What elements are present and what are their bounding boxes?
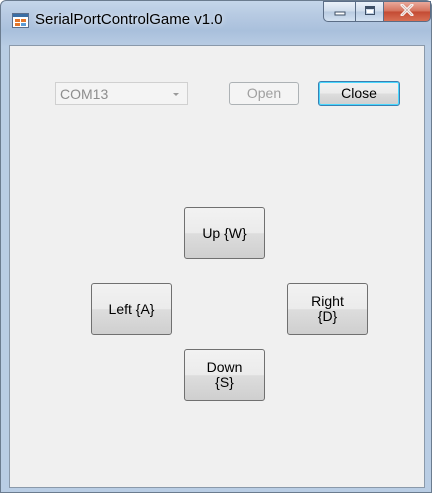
down-button[interactable]: Down {S} xyxy=(184,349,265,401)
open-port-button[interactable]: Open xyxy=(229,82,299,105)
up-label: Up {W} xyxy=(202,224,247,241)
title-bar[interactable]: SerialPortControlGame v1.0 xyxy=(1,1,431,45)
client-area: COM13 Open Close Up {W} Left {A} Right {… xyxy=(9,45,425,488)
chevron-down-icon xyxy=(169,87,183,101)
minimize-button[interactable] xyxy=(323,1,355,22)
close-window-icon xyxy=(400,3,414,21)
close-port-label: Close xyxy=(341,85,377,101)
port-select[interactable]: COM13 xyxy=(55,82,188,105)
minimize-icon xyxy=(334,3,346,21)
right-button[interactable]: Right {D} xyxy=(287,283,368,335)
app-window: SerialPortControlGame v1.0 COM13 Open Cl… xyxy=(0,0,432,493)
up-button[interactable]: Up {W} xyxy=(184,207,265,259)
close-window-button[interactable] xyxy=(383,1,431,22)
window-title: SerialPortControlGame v1.0 xyxy=(35,11,223,28)
left-button[interactable]: Left {A} xyxy=(91,283,172,335)
close-port-button[interactable]: Close xyxy=(318,81,400,106)
left-label: Left {A} xyxy=(108,300,155,317)
right-label: Right {D} xyxy=(311,293,344,324)
down-label: Down {S} xyxy=(206,359,243,390)
open-port-label: Open xyxy=(246,85,282,101)
maximize-icon xyxy=(364,3,376,21)
port-select-value: COM13 xyxy=(60,86,109,102)
maximize-button[interactable] xyxy=(355,1,383,22)
app-icon xyxy=(12,13,29,28)
